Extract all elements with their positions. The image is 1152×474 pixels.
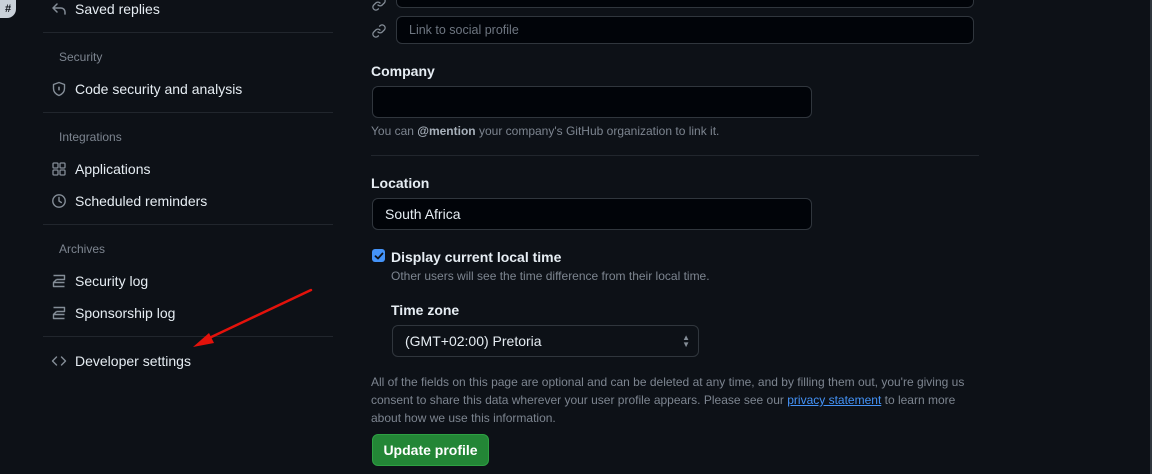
annotation-arrow-icon [193,288,313,347]
